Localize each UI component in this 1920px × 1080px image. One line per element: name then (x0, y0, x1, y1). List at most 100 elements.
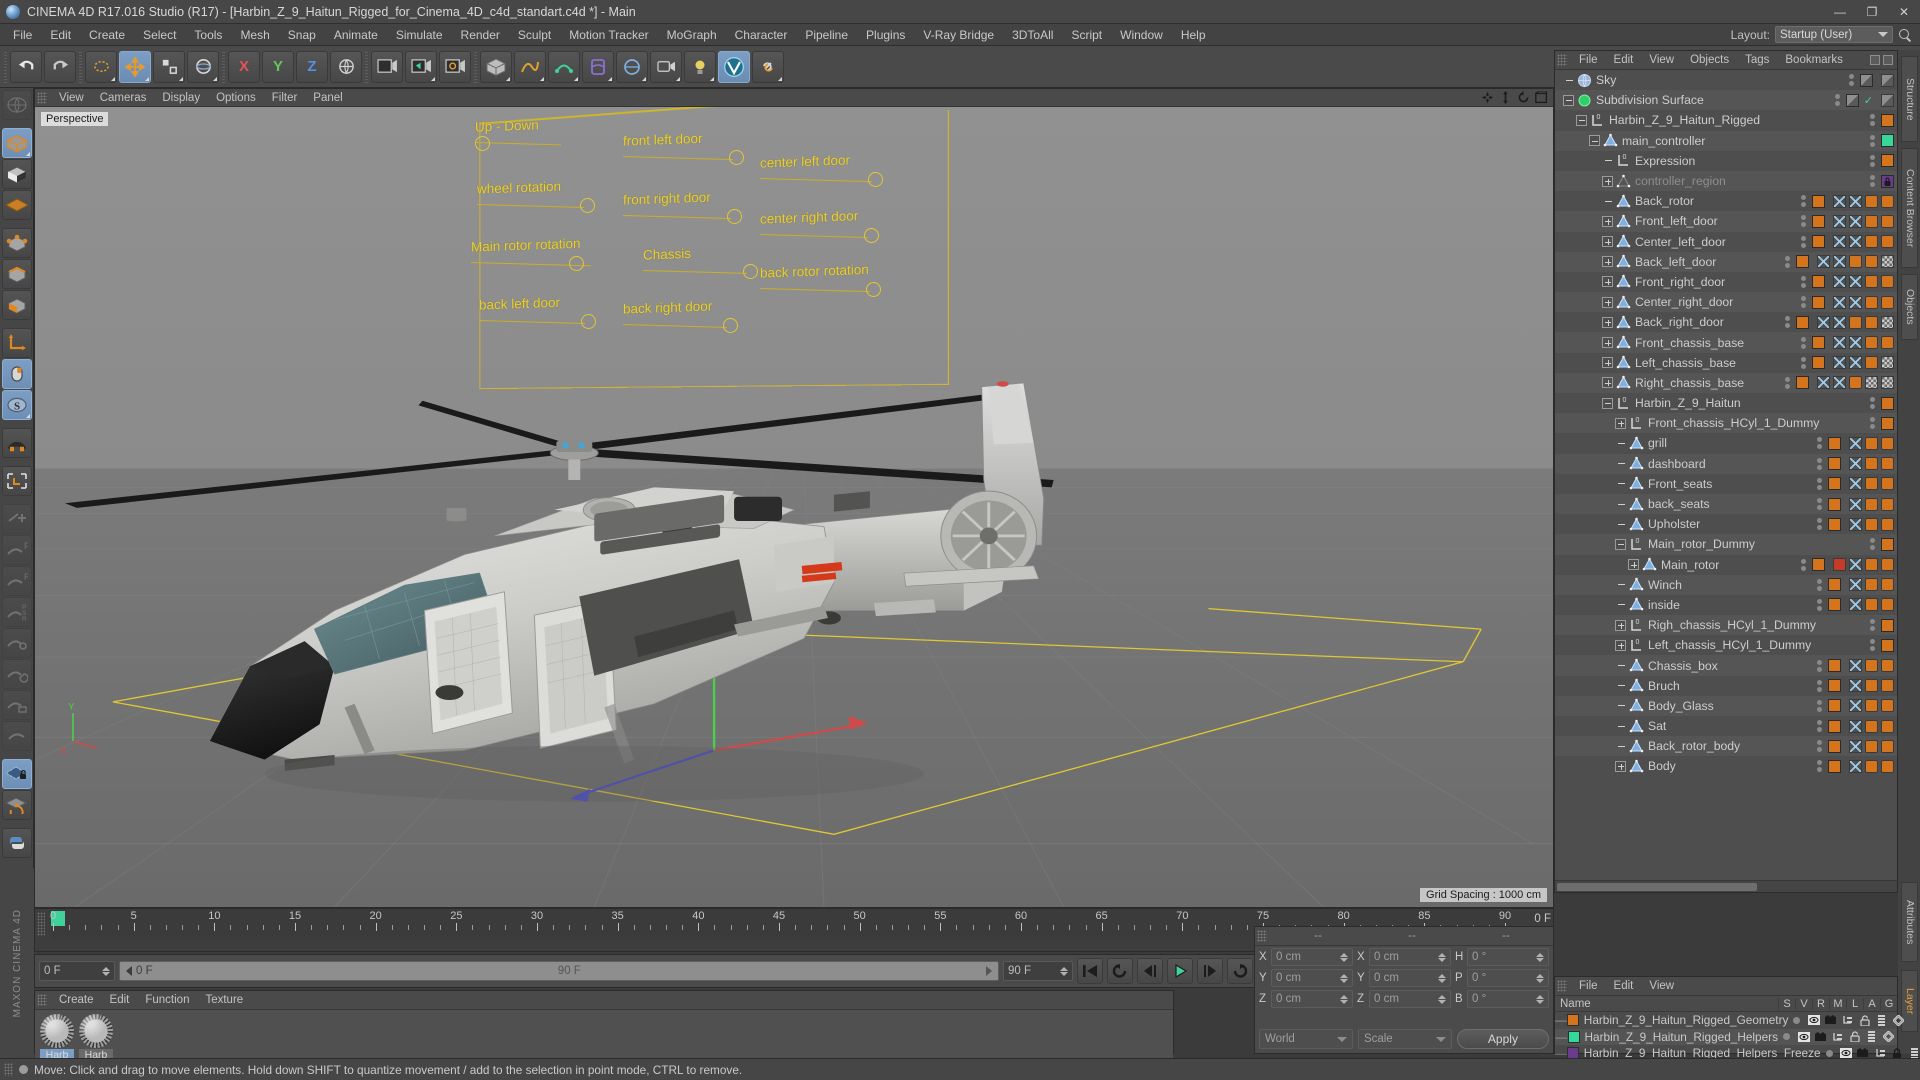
texture-tag-icon[interactable] (1817, 315, 1830, 329)
timeline-grip[interactable] (37, 912, 45, 936)
controller-knob[interactable] (729, 150, 744, 165)
layer-color-swatch[interactable] (1828, 719, 1841, 733)
layer-color-swatch[interactable] (1828, 679, 1841, 693)
coord-size-y[interactable]: Y 0 cm (1357, 969, 1451, 987)
texture-tag-icon[interactable] (1849, 659, 1862, 673)
menu-item-snap[interactable]: Snap (279, 25, 325, 45)
lock-toggle-icon[interactable] (1846, 1031, 1863, 1043)
controller-back-rotor-rotation[interactable]: back rotor rotation (759, 262, 910, 297)
object-tree-row[interactable]: 0 Righ_chassis_HCyl_1_Dummy (1555, 615, 1897, 636)
texture-tag-icon[interactable] (1849, 497, 1862, 511)
layer-color-swatch[interactable] (1812, 356, 1825, 370)
object-manager-menu-file[interactable]: File (1571, 52, 1606, 68)
coord-pos-z-input[interactable]: 0 cm (1271, 990, 1353, 1008)
visibility-dots[interactable] (1785, 255, 1790, 268)
controller-knob[interactable] (868, 172, 883, 187)
viewport-menu-display[interactable]: Display (154, 90, 208, 106)
layer-color-swatch[interactable] (1828, 699, 1841, 713)
controller-track[interactable] (622, 156, 733, 161)
layer-color-swatch[interactable] (1812, 336, 1825, 350)
points-mode-icon[interactable] (1, 228, 32, 258)
layer-color-swatch[interactable] (1828, 739, 1841, 753)
phong-tag-icon[interactable] (1865, 235, 1878, 249)
parameter-animation-icon[interactable] (1, 659, 32, 689)
object-tree-row[interactable]: Right_chassis_base (1555, 372, 1897, 393)
undo-button[interactable] (10, 50, 42, 83)
layer-color-swatch[interactable] (1828, 457, 1841, 471)
tree-expander-icon[interactable] (1602, 236, 1613, 248)
controller-slider[interactable] (622, 317, 773, 333)
material-menu-create[interactable]: Create (51, 992, 102, 1008)
coord-size-y-input[interactable]: 0 cm (1369, 969, 1451, 987)
material-manager-grip[interactable] (37, 994, 47, 1006)
controller-slider[interactable] (470, 255, 621, 271)
visibility-dots[interactable] (1801, 195, 1806, 208)
phong-tag-icon[interactable] (1881, 578, 1894, 592)
viewport-3d-canvas[interactable]: Perspective Grid Spacing : 1000 cm Y X U… (35, 107, 1553, 907)
visibility-dots[interactable] (1801, 336, 1806, 349)
viewport-menu-options[interactable]: Options (208, 90, 264, 106)
psr-tool-icon[interactable]: PSR (1, 597, 32, 627)
visibility-dots[interactable] (1817, 498, 1822, 511)
enable-axis-modification-icon[interactable] (1, 359, 32, 389)
loop-button[interactable] (1227, 958, 1253, 984)
manager-toggle-icon[interactable] (1839, 1015, 1856, 1026)
controller-track[interactable] (622, 324, 727, 329)
texture-tag-icon[interactable] (1849, 235, 1862, 249)
tree-expander-icon[interactable] (1628, 559, 1639, 571)
workplane-mode-icon[interactable] (1, 190, 32, 220)
layer-manager-menu-view[interactable]: View (1641, 978, 1682, 994)
phong-tag-icon[interactable] (1865, 558, 1878, 572)
phong-tag-icon[interactable] (1865, 517, 1878, 531)
menu-item-plugins[interactable]: Plugins (857, 25, 914, 45)
move-axis-icon[interactable] (1, 504, 32, 534)
redo-button[interactable] (44, 50, 76, 83)
controller-knob[interactable] (581, 314, 596, 329)
layer-color-swatch[interactable] (1812, 295, 1825, 309)
tree-expander-icon[interactable] (1615, 760, 1626, 772)
tree-expander-icon[interactable] (1563, 94, 1574, 106)
phong-tag-icon[interactable] (1865, 315, 1878, 329)
solo-toggle-icon[interactable] (1778, 1031, 1795, 1042)
layer-color-swatch[interactable] (1860, 73, 1873, 87)
autokey-icon[interactable] (1, 721, 32, 751)
layer-color-swatch[interactable] (1812, 275, 1825, 289)
add-xref-button[interactable] (752, 50, 784, 83)
checker-tag-icon[interactable] (1881, 376, 1894, 390)
coord-rot-p[interactable]: P 0 ° (1455, 969, 1549, 987)
layer-color-swatch[interactable] (1796, 315, 1809, 329)
texture-tag-icon[interactable] (1849, 679, 1862, 693)
object-tree-row[interactable]: Front_seats (1555, 474, 1897, 494)
texture-tag-icon[interactable] (1833, 336, 1846, 350)
rotate-view-icon[interactable] (1517, 91, 1530, 104)
texture-tag-icon[interactable] (1849, 517, 1862, 531)
menu-item-script[interactable]: Script (1062, 25, 1111, 45)
phong-tag-icon[interactable] (1865, 497, 1878, 511)
layer-color-swatch[interactable] (1812, 558, 1825, 572)
phong-tag-icon[interactable] (1865, 295, 1878, 309)
apply-button[interactable]: Apply (1456, 1029, 1549, 1049)
object-manager-menu-objects[interactable]: Objects (1682, 52, 1737, 68)
edges-mode-icon[interactable] (1, 259, 32, 289)
texture-tag-icon[interactable] (1833, 295, 1846, 309)
tree-expander-icon[interactable] (1602, 397, 1613, 409)
controller-front-left-door[interactable]: front left door (622, 131, 773, 165)
tab-content-browser[interactable]: Content Browser (1901, 148, 1918, 268)
texture-tag-icon[interactable] (1833, 275, 1846, 289)
layer-color-swatch[interactable] (1828, 759, 1841, 773)
controller-wheel-rotation[interactable]: wheel rotation (476, 179, 627, 213)
rotation-tool-icon[interactable]: R (1, 566, 32, 596)
texture-tag-icon[interactable] (1833, 214, 1846, 228)
object-manager-menu-view[interactable]: View (1641, 52, 1682, 68)
phong-tag-icon[interactable] (1865, 336, 1878, 350)
visibility-dots[interactable] (1817, 578, 1822, 591)
controller-slider[interactable] (476, 197, 627, 213)
workplane-rotate-icon[interactable] (1, 790, 32, 820)
coord-rot-h-input[interactable]: 0 ° (1467, 948, 1549, 966)
phong-tag-icon[interactable] (1881, 497, 1894, 511)
layer-color-swatch[interactable] (1881, 537, 1894, 551)
object-tree-row[interactable]: Back_right_door (1555, 312, 1897, 332)
phong-tag-icon[interactable] (1865, 659, 1878, 673)
visibility-dots[interactable] (1801, 296, 1806, 309)
tree-expander-icon[interactable] (1602, 215, 1613, 227)
